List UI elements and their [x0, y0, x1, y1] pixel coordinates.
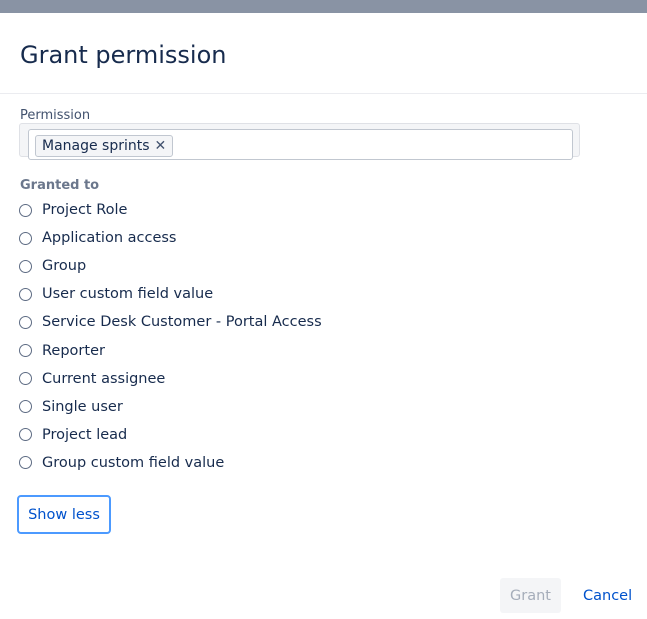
radio-label[interactable]: Project lead	[42, 427, 127, 443]
modal-overlay-bar	[0, 0, 647, 13]
radio-label[interactable]: Application access	[42, 230, 177, 246]
remove-chip-icon[interactable]: ✕	[155, 136, 167, 156]
radio-label[interactable]: Reporter	[42, 343, 105, 359]
radio-button[interactable]	[19, 259, 32, 273]
dialog-title: Grant permission	[20, 41, 227, 69]
header-divider	[0, 93, 647, 94]
radio-option-service-desk-customer[interactable]: Service Desk Customer - Portal Access	[19, 308, 419, 336]
radio-button[interactable]	[19, 428, 32, 442]
cancel-button[interactable]: Cancel	[583, 586, 632, 606]
radio-option-current-assignee[interactable]: Current assignee	[19, 365, 419, 393]
radio-button[interactable]	[19, 231, 32, 245]
grant-button[interactable]: Grant	[500, 578, 561, 613]
radio-option-group-custom-field[interactable]: Group custom field value	[19, 449, 419, 477]
radio-option-group[interactable]: Group	[19, 252, 419, 280]
radio-option-application-access[interactable]: Application access	[19, 224, 419, 252]
radio-button[interactable]	[19, 315, 32, 329]
radio-button[interactable]	[19, 400, 32, 414]
radio-label[interactable]: Project Role	[42, 202, 127, 218]
show-less-button[interactable]: Show less	[17, 495, 111, 534]
radio-button[interactable]	[19, 203, 32, 217]
radio-option-project-role[interactable]: Project Role	[19, 196, 419, 224]
radio-label[interactable]: Group custom field value	[42, 455, 224, 471]
radio-button[interactable]	[19, 344, 32, 358]
radio-option-project-lead[interactable]: Project lead	[19, 421, 419, 449]
radio-label[interactable]: Current assignee	[42, 371, 165, 387]
radio-option-reporter[interactable]: Reporter	[19, 336, 419, 364]
radio-label[interactable]: Service Desk Customer - Portal Access	[42, 314, 322, 330]
radio-button[interactable]	[19, 287, 32, 301]
radio-label[interactable]: Group	[42, 258, 86, 274]
permission-chip: Manage sprints ✕	[35, 135, 174, 157]
radio-label[interactable]: Single user	[42, 399, 123, 415]
granted-to-label: Granted to	[20, 178, 100, 193]
radio-option-user-custom-field[interactable]: User custom field value	[19, 280, 419, 308]
radio-button[interactable]	[19, 456, 32, 470]
granted-to-radio-group: Project Role Application access Group Us…	[19, 196, 419, 477]
permission-chip-label: Manage sprints	[42, 138, 150, 154]
radio-label[interactable]: User custom field value	[42, 286, 213, 302]
radio-option-single-user[interactable]: Single user	[19, 393, 419, 421]
radio-button[interactable]	[19, 372, 32, 386]
permission-label: Permission	[20, 108, 91, 123]
